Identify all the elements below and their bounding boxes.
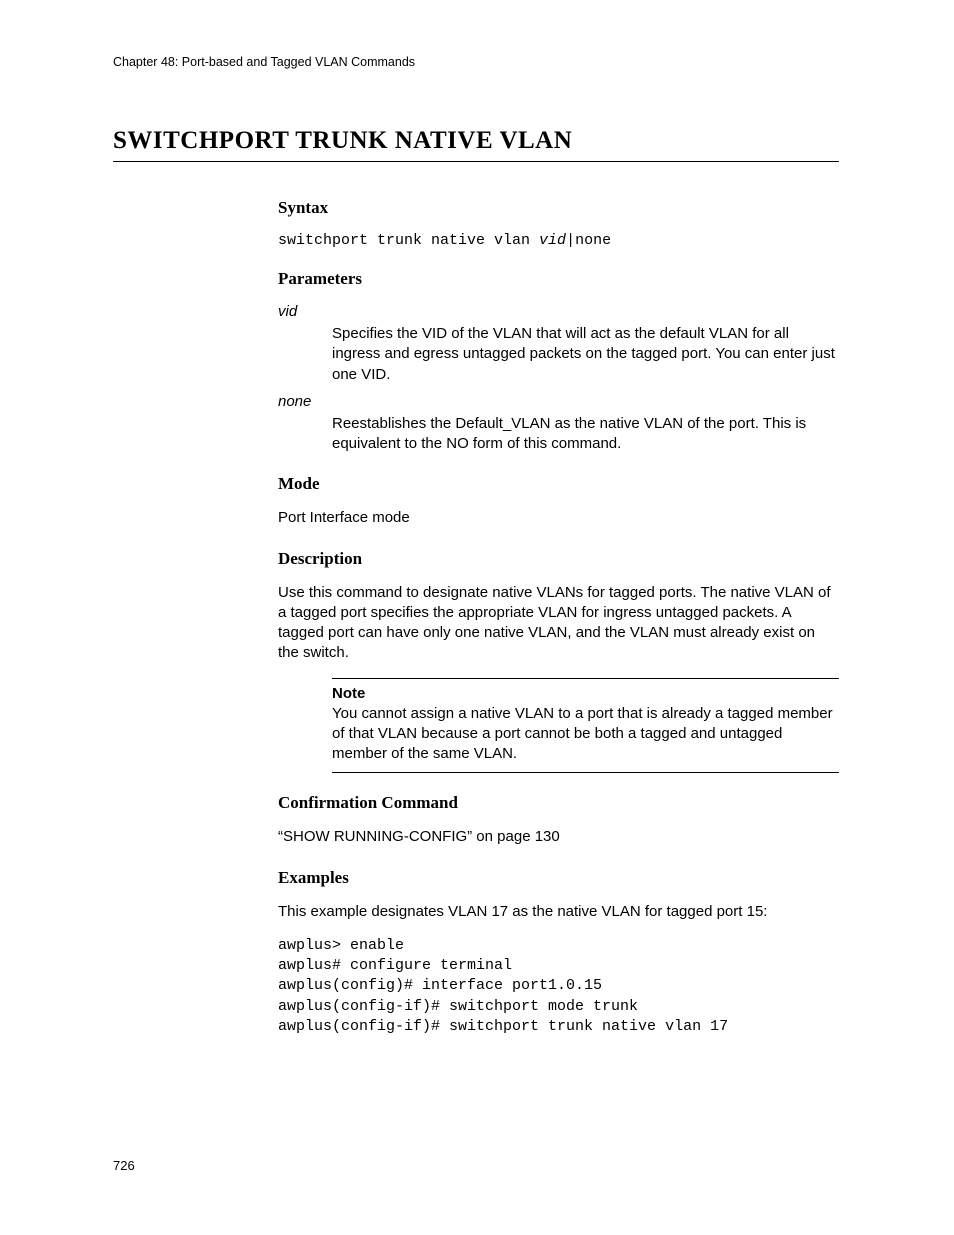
note-block: Note You cannot assign a native VLAN to … — [332, 678, 839, 774]
param-name-vid: vid — [278, 303, 839, 320]
heading-parameters: Parameters — [278, 269, 839, 289]
examples-code: awplus> enable awplus# configure termina… — [278, 936, 839, 1037]
syntax-suffix: |none — [566, 232, 611, 249]
syntax-prefix: switchport trunk native vlan — [278, 232, 539, 249]
page-title: SWITCHPORT TRUNK NATIVE VLAN — [113, 127, 839, 162]
content-area: Syntax switchport trunk native vlan vid|… — [278, 198, 839, 1037]
param-desc-none: Reestablishes the Default_VLAN as the na… — [332, 414, 839, 455]
heading-description: Description — [278, 549, 839, 569]
heading-confirmation: Confirmation Command — [278, 793, 839, 813]
param-name-none: none — [278, 393, 839, 410]
confirmation-text: “SHOW RUNNING-CONFIG” on page 130 — [278, 827, 839, 847]
param-desc-vid: Specifies the VID of the VLAN that will … — [332, 324, 839, 385]
running-header: Chapter 48: Port-based and Tagged VLAN C… — [113, 55, 839, 69]
syntax-line: switchport trunk native vlan vid|none — [278, 232, 839, 249]
heading-mode: Mode — [278, 474, 839, 494]
note-label: Note — [332, 685, 839, 702]
syntax-arg: vid — [539, 232, 566, 249]
description-text: Use this command to designate native VLA… — [278, 583, 839, 664]
examples-intro: This example designates VLAN 17 as the n… — [278, 902, 839, 922]
page: Chapter 48: Port-based and Tagged VLAN C… — [0, 0, 954, 1235]
mode-text: Port Interface mode — [278, 508, 839, 528]
heading-syntax: Syntax — [278, 198, 839, 218]
heading-examples: Examples — [278, 868, 839, 888]
page-number: 726 — [113, 1158, 135, 1173]
note-text: You cannot assign a native VLAN to a por… — [332, 704, 839, 765]
